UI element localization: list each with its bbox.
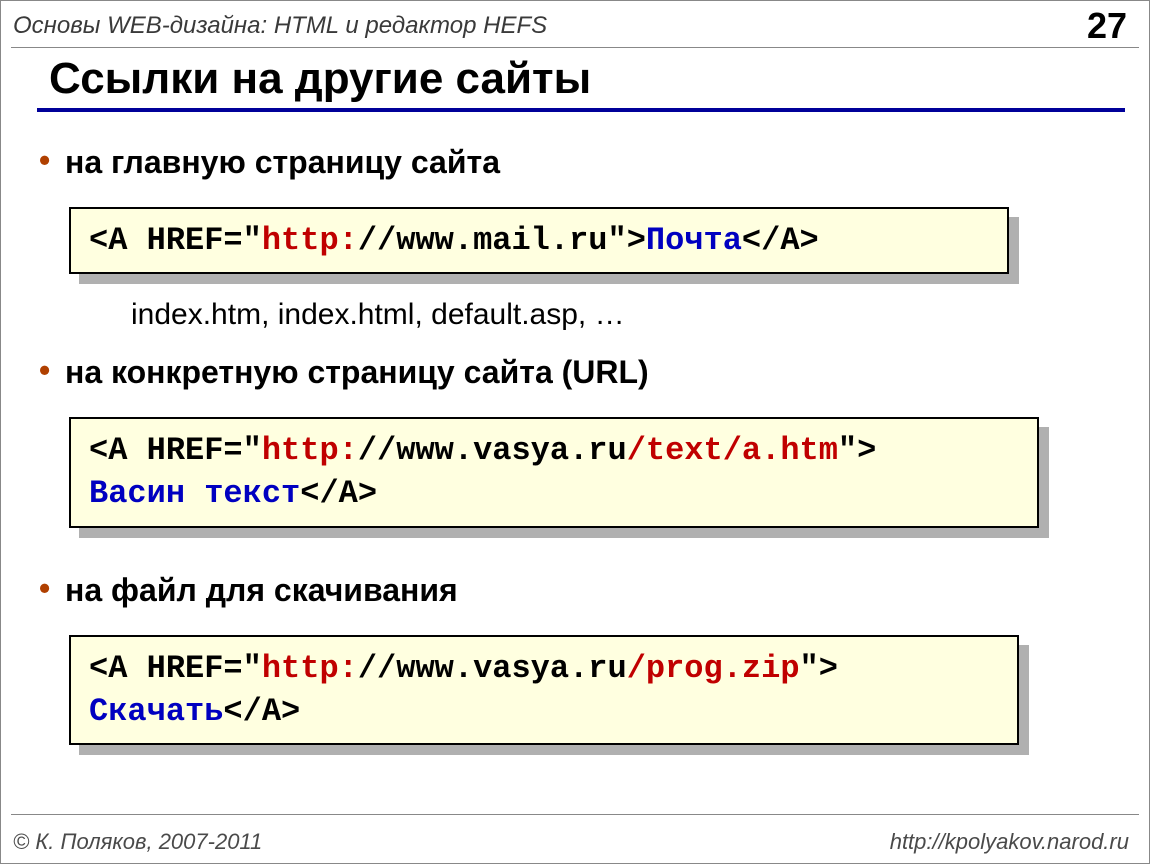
code-fragment: <A HREF=" [89,222,262,259]
code-fragment: Почта [646,222,742,259]
code-fragment: "> [838,432,876,469]
code-fragment: <A HREF=" [89,650,262,687]
code-fragment: //www.mail.ru"> [358,222,646,259]
code-fragment: </A> [223,693,300,730]
code-fragment: </A> [742,222,819,259]
slide-header: Основы WEB-дизайна: HTML и редактор HEFS… [1,1,1149,47]
footer-divider [11,814,1139,815]
copyright-text: © К. Поляков, 2007-2011 [13,829,262,855]
code-download: <A HREF="http://www.vasya.ru/prog.zip"> … [69,635,1019,745]
code-fragment: //www.vasya.ru [358,432,627,469]
slide-footer: © К. Поляков, 2007-2011 http://kpolyakov… [13,829,1129,855]
code-fragment: //www.vasya.ru [358,650,627,687]
code-fragment: http: [262,222,358,259]
breadcrumb: Основы WEB-дизайна: HTML и редактор HEFS [13,12,547,40]
code-specific-page: <A HREF="http://www.vasya.ru/text/a.htm"… [69,417,1039,527]
page-number: 27 [1087,5,1127,47]
code-fragment: http: [262,650,358,687]
code-fragment: "> [800,650,838,687]
code-fragment: /text/a.htm [627,432,838,469]
code-fragment: http: [262,432,358,469]
code-fragment: Васин текст [89,475,300,512]
bullet-download: на файл для скачивания [65,572,1121,609]
slide-container: Основы WEB-дизайна: HTML и редактор HEFS… [0,0,1150,864]
code-fragment: Скачать [89,693,223,730]
header-divider [11,47,1139,48]
code-main-page: <A HREF="http://www.mail.ru">Почта</A> [69,207,1009,274]
codebox-download: <A HREF="http://www.vasya.ru/prog.zip"> … [69,635,1019,745]
codebox-specific-page: <A HREF="http://www.vasya.ru/text/a.htm"… [69,417,1039,527]
codebox-main-page: <A HREF="http://www.mail.ru">Почта</A> [69,207,1009,274]
default-pages-note: index.htm, index.html, default.asp, … [131,298,1121,332]
code-fragment: /prog.zip [627,650,800,687]
bullet-specific-page: на конкретную страницу сайта (URL) [65,354,1121,391]
slide-title: Ссылки на другие сайты [49,54,1149,104]
slide-content: на главную страницу сайта <A HREF="http:… [1,112,1149,763]
bullet-main-page: на главную страницу сайта [65,144,1121,181]
code-fragment: </A> [300,475,377,512]
code-fragment: <A HREF=" [89,432,262,469]
footer-url: http://kpolyakov.narod.ru [890,829,1129,855]
